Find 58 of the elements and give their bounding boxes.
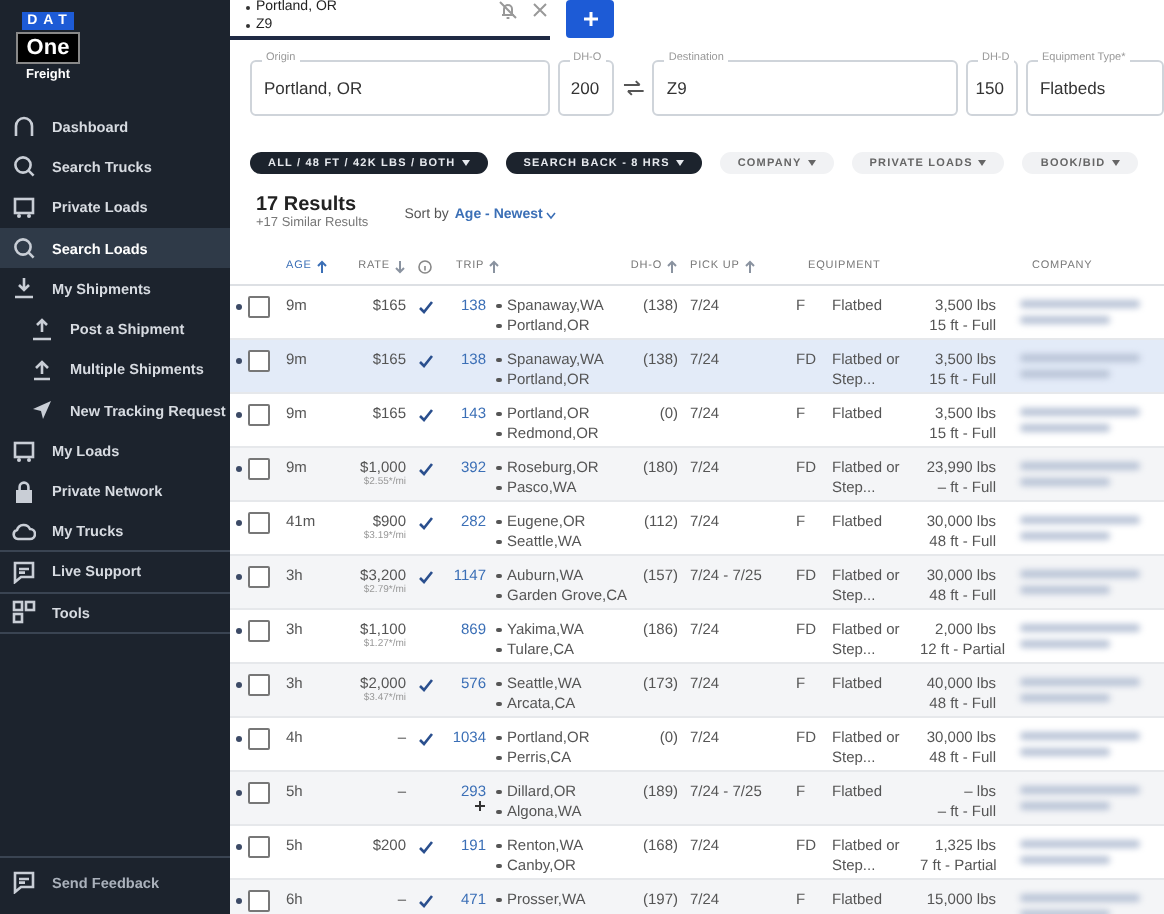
status-dot: [236, 898, 242, 904]
checkbox[interactable]: [248, 620, 270, 642]
bell-off-icon[interactable]: [498, 0, 518, 20]
sort-up-icon: [488, 259, 501, 273]
caret-icon: [807, 160, 816, 166]
add-search-button[interactable]: [566, 0, 614, 38]
sort-up-icon: [666, 259, 678, 273]
checkbox[interactable]: [248, 296, 270, 318]
status-dot: [236, 790, 242, 796]
truck-icon: [12, 195, 36, 220]
grid-icon: [12, 600, 36, 625]
checkbox[interactable]: [248, 836, 270, 858]
truck-icon: [12, 439, 36, 464]
sort-down-icon: [394, 259, 406, 273]
status-dot: [236, 628, 242, 634]
logo-badge: One: [16, 32, 80, 64]
caret-icon: [546, 211, 557, 219]
cloud-icon: [12, 519, 36, 544]
caret-icon: [978, 160, 987, 166]
upload-icon: [30, 357, 54, 382]
checkbox[interactable]: [248, 350, 270, 372]
checkbox[interactable]: [248, 404, 270, 426]
status-dot: [236, 682, 242, 688]
plus-icon: [581, 10, 599, 28]
checkbox[interactable]: [248, 566, 270, 588]
caret-icon: [675, 160, 684, 166]
house-icon: [12, 114, 36, 139]
caret-icon: [1111, 160, 1120, 166]
search-icon: [12, 236, 36, 261]
checkbox[interactable]: [248, 674, 270, 696]
status-dot: [236, 736, 242, 742]
checkbox[interactable]: [248, 458, 270, 480]
status-dot: [236, 574, 242, 580]
status-dot: [236, 520, 242, 526]
plus-icon: [474, 800, 486, 812]
sort-up-icon: [315, 259, 328, 273]
status-dot: [236, 412, 242, 418]
checkbox[interactable]: [248, 512, 270, 534]
checkbox[interactable]: [248, 890, 270, 912]
chat-icon: [12, 559, 36, 584]
caret-icon: [461, 160, 470, 166]
close-icon[interactable]: [530, 0, 550, 20]
status-dot: [236, 358, 242, 364]
search-icon: [12, 154, 36, 179]
swap-icon[interactable]: [621, 78, 645, 98]
status-dot: [236, 304, 242, 310]
lock-icon: [12, 479, 36, 504]
sort-up-icon: [743, 259, 756, 273]
status-dot: [236, 844, 242, 850]
chat-icon: [12, 870, 36, 894]
checkbox[interactable]: [248, 728, 270, 750]
upload-icon: [30, 317, 54, 342]
status-dot: [236, 466, 242, 472]
download-icon: [12, 276, 36, 301]
checkbox[interactable]: [248, 782, 270, 804]
results-count: 17 Results: [256, 194, 359, 216]
navigation-arrow-icon: [30, 398, 54, 423]
info-icon: [418, 259, 432, 273]
